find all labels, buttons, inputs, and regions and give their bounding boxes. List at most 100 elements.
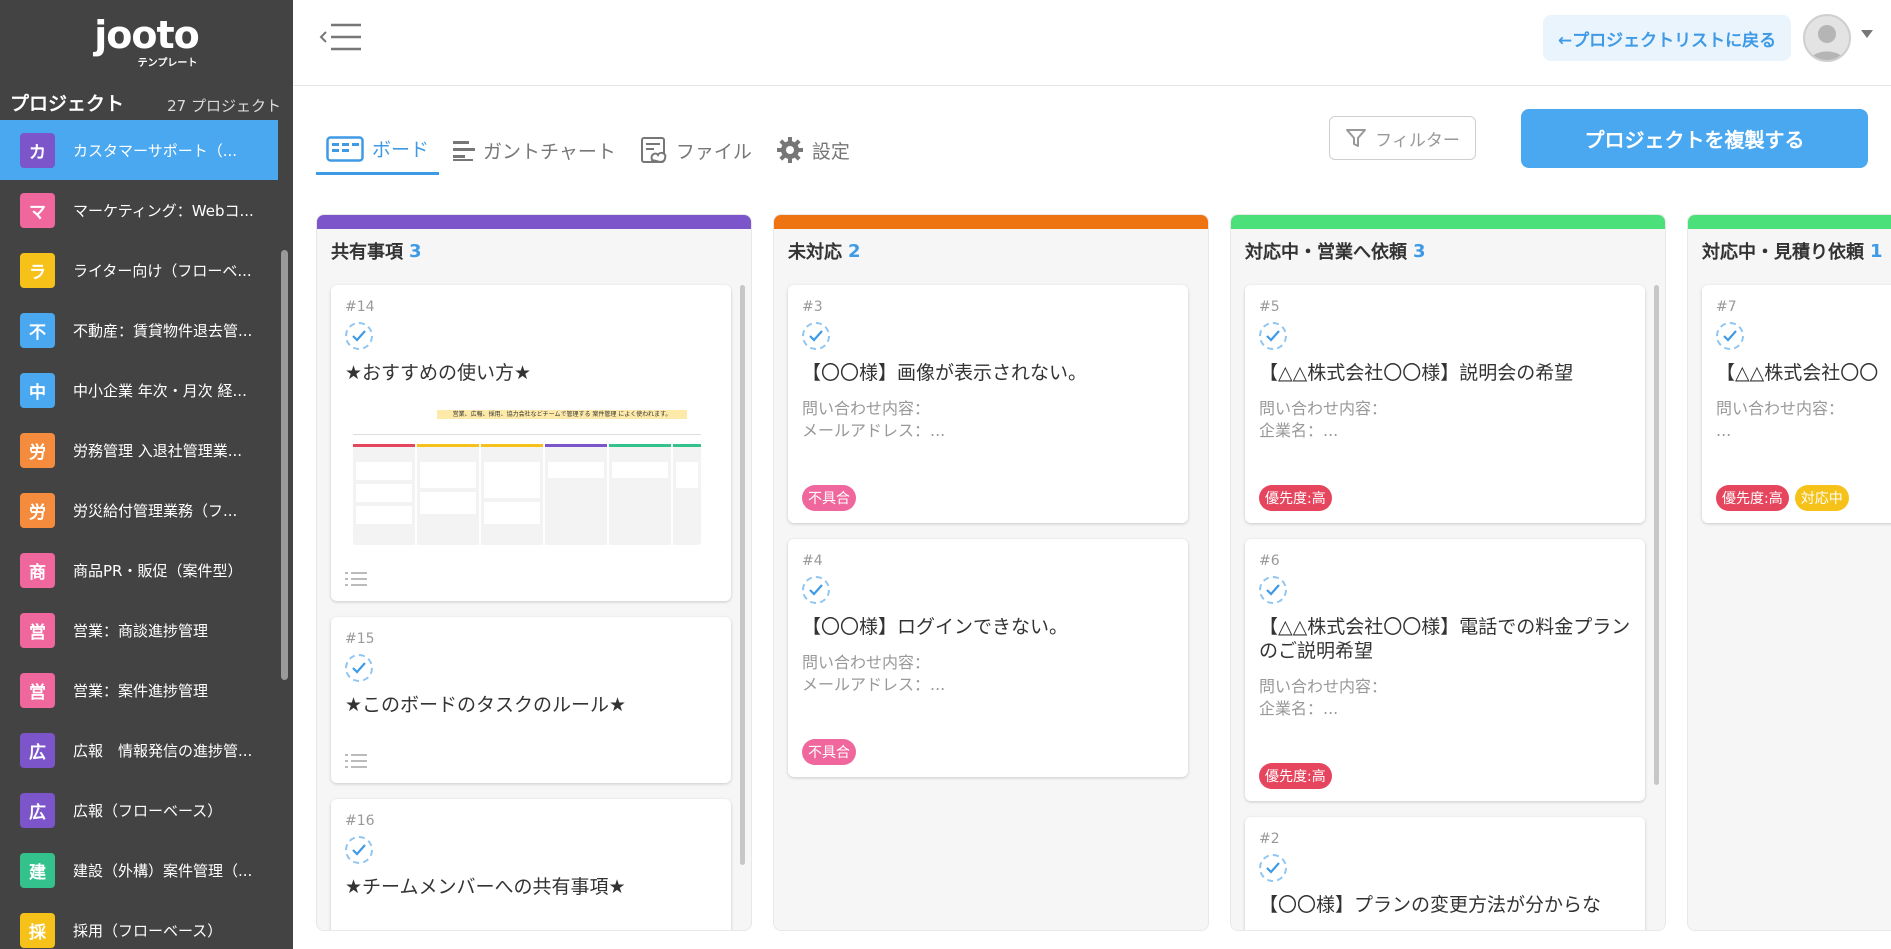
jooto-logo[interactable]: jooto テンプレート (0, 0, 293, 80)
card-number: #3 (802, 299, 823, 315)
sidebar-project-item[interactable]: 労 労務管理 入退社管理業... (0, 420, 278, 480)
card-tags: 優先度:高 対応中 (1716, 485, 1855, 511)
project-name: 建設（外構）案件管理（... (73, 861, 253, 880)
task-card[interactable]: #6 【△△株式会社〇〇様】電話での料金プランのご説明希望 問い合わせ内容： 企… (1245, 539, 1645, 801)
tag-label: 不具合 (802, 739, 856, 765)
complete-check-icon[interactable] (1259, 854, 1287, 882)
project-name: 広報 情報発信の進捗管... (73, 741, 253, 760)
project-badge: 建 (20, 852, 55, 888)
tab-label: 設定 (811, 140, 850, 163)
project-name: 不動産：賃貸物件退去管... (73, 321, 253, 340)
sidebar-project-item[interactable]: 労 労災給付管理業務（フ... (0, 480, 278, 540)
sidebar-project-item[interactable]: マ マーケティング：Webコ... (0, 180, 278, 240)
card-title: 【〇〇様】ログインできない。 (802, 616, 1069, 638)
task-card[interactable]: #16 ★チームメンバーへの共有事項★ (331, 799, 731, 930)
complete-check-icon[interactable] (802, 576, 830, 604)
collapse-menu-icon[interactable] (319, 22, 363, 52)
project-badge: ラ (20, 252, 55, 288)
tab-board[interactable]: ボード (316, 125, 440, 175)
file-icon (640, 137, 667, 164)
column-color-bar (317, 215, 751, 229)
board-column: 対応中・見積り依頼 1 #7 【△△株式会社〇〇 問い合わせ内容： ... 優先… (1687, 214, 1891, 931)
project-count: 27 プロジェクト (167, 97, 281, 115)
complete-check-icon[interactable] (345, 836, 373, 864)
gantt-icon (453, 141, 476, 161)
column-header[interactable]: 対応中・見積り依頼 1 (1688, 229, 1891, 273)
project-name: 商品PR・販促（案件型） (73, 561, 243, 580)
task-card[interactable]: #5 【△△株式会社〇〇様】説明会の希望 問い合わせ内容： 企業名：... 優先… (1245, 285, 1645, 523)
column-header[interactable]: 未対応 2 (774, 229, 1208, 273)
card-thumbnail-image: 営業、広報、採用、協力会社などチームで管理する 案件管理 によく使われます。 (353, 410, 701, 545)
sidebar-project-item[interactable]: 採 採用（フローベース） (0, 900, 278, 949)
chevron-down-icon[interactable] (1861, 30, 1873, 38)
task-card[interactable]: #15 ★このボードのタスクのルール★ (331, 617, 731, 783)
card-tags: 不具合 (802, 485, 862, 511)
sidebar-project-item[interactable]: 広 広報（フローベース） (0, 780, 278, 840)
sidebar-project-item[interactable]: ラ ライター向け（フローベ... (0, 240, 278, 300)
project-badge: 中 (20, 372, 55, 408)
project-badge: 広 (20, 732, 55, 768)
project-list: カ カスタマーサポート（... マ マーケティング：Webコ... ラ ライター… (0, 120, 293, 949)
sidebar-project-item[interactable]: 建 建設（外構）案件管理（... (0, 840, 278, 900)
checklist-icon (345, 571, 367, 587)
sidebar-project-item[interactable]: カ カスタマーサポート（... (0, 120, 278, 180)
project-badge: 労 (20, 432, 55, 468)
tag-label: 優先度:高 (1259, 485, 1332, 511)
project-badge: 不 (20, 312, 55, 348)
project-badge: 商 (20, 552, 55, 588)
complete-check-icon[interactable] (345, 654, 373, 682)
sidebar-scrollbar[interactable] (281, 250, 288, 680)
duplicate-project-button[interactable]: プロジェクトを複製する (1521, 109, 1868, 168)
card-number: #14 (345, 299, 375, 315)
column-scrollbar[interactable] (1654, 285, 1659, 785)
sidebar-project-item[interactable]: 中 中小企業 年次・月次 経... (0, 360, 278, 420)
board-column: 未対応 2 #3 【〇〇様】画像が表示されない。 問い合わせ内容： メールアドレ… (773, 214, 1209, 931)
column-color-bar (774, 215, 1208, 229)
tag-label: 優先度:高 (1716, 485, 1789, 511)
back-to-project-list-button[interactable]: ←プロジェクトリストに戻る (1543, 15, 1791, 61)
complete-check-icon[interactable] (1716, 322, 1744, 350)
sidebar-project-item[interactable]: 広 広報 情報発信の進捗管... (0, 720, 278, 780)
tab-settings[interactable]: 設定 (766, 125, 860, 175)
card-title: ★このボードのタスクのルール★ (345, 694, 627, 716)
logo-subtitle: テンプレート (137, 57, 198, 69)
column-header[interactable]: 共有事項 3 (317, 229, 751, 273)
card-description: 問い合わせ内容： メールアドレス：... (802, 653, 946, 694)
task-card[interactable]: #14 ★おすすめの使い方★ 営業、広報、採用、協力会社などチームで管理する 案… (331, 285, 731, 601)
task-card[interactable]: #7 【△△株式会社〇〇 問い合わせ内容： ... 優先度:高 対応中 (1702, 285, 1891, 523)
card-title: ★おすすめの使い方★ (345, 362, 532, 384)
sidebar-project-item[interactable]: 不 不動産：賃貸物件退去管... (0, 300, 278, 360)
complete-check-icon[interactable] (1259, 576, 1287, 604)
complete-check-icon[interactable] (1259, 322, 1287, 350)
project-name: 営業：案件進捗管理 (73, 681, 209, 700)
card-number: #15 (345, 631, 375, 647)
column-count: 2 (848, 240, 861, 262)
tab-file[interactable]: ファイル (630, 125, 762, 175)
column-title: 対応中・営業へ依頼 (1245, 242, 1407, 263)
complete-check-icon[interactable] (802, 322, 830, 350)
project-list-header: プロジェクト 27 プロジェクト (0, 80, 293, 120)
task-card[interactable]: #4 【〇〇様】ログインできない。 問い合わせ内容： メールアドレス：... 不… (788, 539, 1188, 777)
checklist-icon (345, 753, 367, 769)
tab-gantt[interactable]: ガントチャート (443, 125, 626, 175)
task-card[interactable]: #2 【〇〇様】プランの変更方法が分からな (1245, 817, 1645, 930)
project-name: ライター向け（フローベ... (73, 261, 252, 280)
project-badge: マ (20, 192, 55, 228)
project-name: マーケティング：Webコ... (73, 201, 254, 220)
project-name: 労務管理 入退社管理業... (73, 441, 243, 460)
card-title: 【〇〇様】画像が表示されない。 (802, 362, 1088, 384)
tag-label: 不具合 (802, 485, 856, 511)
sidebar-project-item[interactable]: 商 商品PR・販促（案件型） (0, 540, 278, 600)
sidebar-project-item[interactable]: 営 営業：商談進捗管理 (0, 600, 278, 660)
column-scrollbar[interactable] (740, 285, 745, 865)
filter-icon (1346, 129, 1367, 147)
card-number: #2 (1259, 831, 1280, 847)
filter-button[interactable]: フィルター (1329, 116, 1476, 160)
card-number: #7 (1716, 299, 1737, 315)
task-card[interactable]: #3 【〇〇様】画像が表示されない。 問い合わせ内容： メールアドレス：... … (788, 285, 1188, 523)
complete-check-icon[interactable] (345, 322, 373, 350)
project-badge: カ (20, 132, 55, 168)
user-avatar[interactable] (1803, 14, 1851, 62)
column-header[interactable]: 対応中・営業へ依頼 3 (1231, 229, 1665, 273)
sidebar-project-item[interactable]: 営 営業：案件進捗管理 (0, 660, 278, 720)
